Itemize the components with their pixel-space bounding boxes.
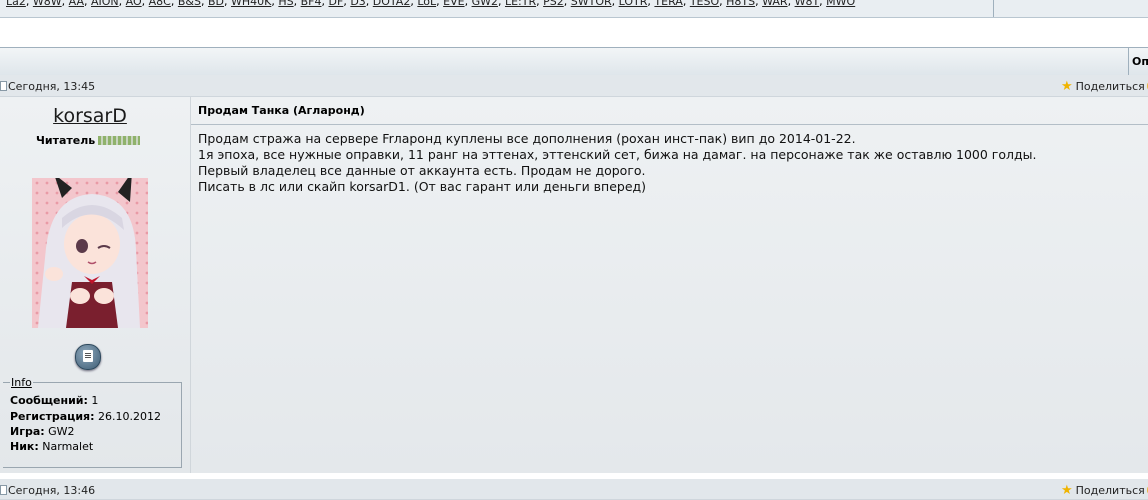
nav-link-gw2[interactable]: GW2: [472, 0, 498, 8]
thread-toolbar: Оп: [0, 47, 1148, 76]
info-label: Регистрация:: [10, 410, 95, 423]
nav-link-swtor[interactable]: SWTOR: [571, 0, 612, 8]
nav-link-a8c[interactable]: A8C: [149, 0, 171, 8]
post-document-icon: [0, 81, 7, 91]
info-row-posts: Сообщений: 1: [10, 394, 98, 407]
nav-link-d3[interactable]: D3: [350, 0, 365, 8]
toolbar-divider: [1128, 48, 1129, 75]
post-header-bar: Сегодня, 13:45 ★ Поделиться: [0, 75, 1148, 97]
share-button[interactable]: ★ Поделиться: [1061, 79, 1148, 94]
nav-link-tera[interactable]: TERA: [654, 0, 682, 8]
share-label: Поделиться: [1075, 80, 1145, 93]
author-info-box: Info Сообщений: 1 Регистрация: 26.10.201…: [3, 376, 182, 468]
info-label: Сообщений:: [10, 394, 88, 407]
info-row-game: Игра: GW2: [10, 425, 75, 438]
post-body-line: 1я эпоха, все нужные оправки, 11 ранг на…: [198, 147, 1037, 162]
info-value: 26.10.2012: [98, 410, 161, 423]
nav-link-letr[interactable]: LE:TR: [505, 0, 536, 8]
post-document-icon: [0, 485, 7, 495]
title-divider: [191, 124, 1148, 125]
thread-options-button[interactable]: Оп: [1132, 55, 1148, 68]
game-nav-bar: La2, W8W, AA, AION, AO, A8C, B&S, BD, WH…: [0, 0, 1148, 18]
nav-link-teso[interactable]: TESO: [690, 0, 719, 8]
post-date-text: Сегодня, 13:45: [8, 80, 96, 93]
info-row-nick: Ник: Narmalet: [10, 440, 93, 453]
nav-divider: [993, 0, 994, 17]
post-body-line: Первый владелец все данные от аккаунта е…: [198, 163, 646, 178]
game-nav-links: La2, W8W, AA, AION, AO, A8C, B&S, BD, WH…: [6, 0, 855, 8]
share-label: Поделиться: [1075, 484, 1145, 497]
post-separator: [0, 473, 1148, 477]
nav-link-w8w[interactable]: W8W: [33, 0, 62, 8]
rank-badge-icon: [98, 136, 141, 145]
avatar-image: [32, 178, 148, 328]
avatar: [32, 178, 148, 328]
nav-link-bns[interactable]: B&S: [178, 0, 201, 8]
nav-link-hs[interactable]: HS: [278, 0, 293, 8]
star-icon: ★: [1061, 483, 1073, 498]
nav-link-aa[interactable]: AA: [69, 0, 84, 8]
nav-link-wh40k[interactable]: WH40K: [231, 0, 271, 8]
info-legend: Info: [10, 376, 33, 389]
post-date-2: Сегодня, 13:46: [0, 484, 95, 497]
nav-link-bd[interactable]: BD: [208, 0, 224, 8]
post-content: Продам Танка (Агларонд) Продам стража на…: [191, 97, 1148, 473]
nav-link-mwo[interactable]: MWO: [826, 0, 855, 8]
info-value: 1: [91, 394, 99, 407]
post-header-bar-2: Сегодня, 13:46 ★ Поделиться: [0, 479, 1148, 500]
nav-link-ps2[interactable]: PS2: [543, 0, 564, 8]
nav-link-dota2[interactable]: DOTA2: [373, 0, 411, 8]
info-value: Narmalet: [42, 440, 94, 453]
nav-link-la2[interactable]: La2: [6, 0, 26, 8]
private-message-icon[interactable]: [75, 344, 101, 370]
info-label: Игра:: [10, 425, 45, 438]
post-date-text: Сегодня, 13:46: [8, 484, 96, 497]
share-button-2[interactable]: ★ Поделиться: [1061, 483, 1148, 498]
author-rank: Читатель: [36, 134, 141, 147]
nav-link-lol[interactable]: LoL: [417, 0, 436, 8]
post-body: Продам стража на сервере Frларонд куплен…: [198, 131, 1036, 195]
info-value: GW2: [48, 425, 75, 438]
post-body-line: Писать в лс или скайп korsarD1. (От вас …: [198, 179, 647, 194]
nav-link-eve[interactable]: EVE: [443, 0, 464, 8]
author-rank-label: Читатель: [36, 134, 96, 147]
post-date: Сегодня, 13:45: [0, 80, 95, 93]
info-label: Ник:: [10, 440, 39, 453]
post-title: Продам Танка (Агларонд): [198, 104, 365, 117]
post-author-panel: korsarD Читатель Info Сообщений: 1 Регис…: [0, 97, 191, 473]
nav-link-h8ts[interactable]: H8TS: [726, 0, 755, 8]
nav-link-bf4[interactable]: BF4: [301, 0, 322, 8]
nav-link-ao[interactable]: AO: [126, 0, 142, 8]
nav-link-df[interactable]: DF: [329, 0, 344, 8]
nav-link-w8t[interactable]: W8T: [795, 0, 820, 8]
info-row-registration: Регистрация: 26.10.2012: [10, 410, 161, 423]
post-body-line: Продам стража на сервере Frларонд куплен…: [198, 131, 856, 146]
author-username-link[interactable]: korsarD: [0, 105, 180, 127]
star-icon: ★: [1061, 79, 1073, 94]
nav-link-aion[interactable]: AION: [91, 0, 119, 8]
nav-link-lotr[interactable]: LOTR: [619, 0, 648, 8]
nav-link-war[interactable]: WAR: [762, 0, 787, 8]
